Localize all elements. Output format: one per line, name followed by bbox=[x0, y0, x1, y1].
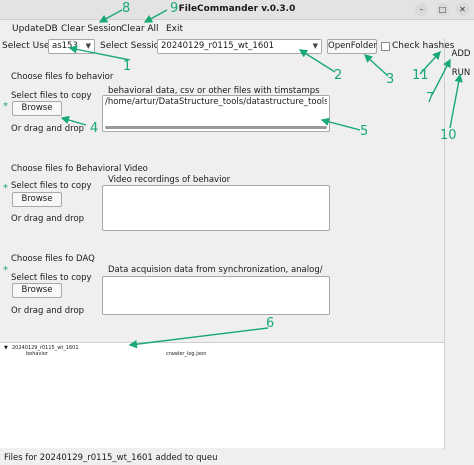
run-button[interactable]: RUN bbox=[449, 67, 473, 82]
arrow-3 bbox=[363, 54, 389, 77]
status-bar: Files for 20240129_r0115_wt_1601 added t… bbox=[0, 451, 474, 465]
session-toolbar: Select User as153 ▼ Select Session 20240… bbox=[0, 38, 474, 56]
section-title: Choose files fo behavior bbox=[11, 72, 114, 82]
open-folder-button[interactable]: OpenFolder bbox=[327, 39, 377, 54]
required-marker: * bbox=[3, 183, 8, 194]
side-panel: ADD RUN bbox=[444, 38, 474, 450]
menu-exit[interactable]: Exit bbox=[166, 24, 183, 34]
annotation-7: 7 bbox=[426, 91, 435, 106]
select-files-label: Select files to copy bbox=[11, 273, 92, 283]
browse-button[interactable]: Browse bbox=[12, 283, 62, 298]
queue-tree[interactable]: ▼ 20240129_r0115_wt_1601 behavior crawle… bbox=[0, 342, 444, 448]
menu-clear-session[interactable]: Clear Session bbox=[61, 24, 122, 34]
select-files-label: Select files to copy bbox=[11, 181, 92, 191]
status-message: Files for 20240129_r0115_wt_1601 added t… bbox=[4, 453, 218, 463]
file-drop-area[interactable] bbox=[102, 185, 330, 231]
annotation-10: 10 bbox=[440, 128, 457, 143]
section-title: Choose files fo DAQ bbox=[11, 254, 95, 264]
close-button[interactable]: ✕ bbox=[456, 3, 469, 16]
select-files-label: Select files to copy bbox=[11, 91, 92, 101]
annotation-2: 2 bbox=[334, 68, 343, 83]
window-title: FileCommander v.0.3.0 bbox=[178, 4, 296, 14]
drag-drop-label: Or drag and drop bbox=[11, 214, 85, 224]
session-value: 20240129_r0115_wt_1601 bbox=[161, 41, 275, 51]
minimize-button[interactable]: – bbox=[415, 3, 428, 16]
file-drop-area[interactable]: /home/artur/DataStructure_tools/datastru… bbox=[102, 95, 330, 132]
annotation-4: 4 bbox=[90, 121, 99, 136]
annotation-6: 6 bbox=[266, 316, 275, 331]
user-value: as153 bbox=[52, 41, 78, 51]
minimize-icon: – bbox=[419, 5, 424, 14]
annotation-3: 3 bbox=[386, 72, 395, 87]
annotation-5: 5 bbox=[360, 124, 369, 139]
file-drop-area[interactable] bbox=[102, 276, 330, 315]
maximize-button[interactable]: □ bbox=[436, 3, 449, 16]
drag-drop-label: Or drag and drop bbox=[11, 124, 85, 134]
tree-file-item[interactable]: crawler_log.json bbox=[166, 351, 206, 357]
browse-button[interactable]: Browse bbox=[12, 101, 62, 116]
session-combo[interactable]: 20240129_r0115_wt_1601 ▼ bbox=[157, 39, 322, 54]
required-marker: * bbox=[3, 265, 8, 276]
annotation-9: 9 bbox=[170, 1, 179, 16]
expand-arrow-icon[interactable]: ▼ bbox=[4, 345, 8, 351]
close-icon: ✕ bbox=[459, 5, 466, 14]
menu-clear-all[interactable]: Clear All bbox=[121, 24, 159, 34]
section-description: Data acquision data from synchronization… bbox=[108, 265, 323, 275]
section-description: Video recordings of behavior bbox=[108, 175, 231, 185]
required-marker: * bbox=[3, 101, 8, 112]
annotation-8: 8 bbox=[122, 1, 131, 16]
annotation-11: 11 bbox=[412, 68, 429, 83]
section-title: Choose files fo Behavioral Video bbox=[11, 164, 148, 174]
chevron-down-icon: ▼ bbox=[85, 42, 91, 50]
check-hashes-checkbox[interactable] bbox=[381, 42, 390, 51]
horizontal-scrollbar[interactable] bbox=[105, 126, 327, 129]
add-button[interactable]: ADD bbox=[449, 48, 473, 63]
maximize-icon: □ bbox=[438, 5, 447, 14]
title-bar: FileCommander v.0.3.0 – □ ✕ bbox=[0, 0, 474, 20]
browse-button[interactable]: Browse bbox=[12, 192, 62, 207]
drag-drop-label: Or drag and drop bbox=[11, 306, 85, 316]
user-combo[interactable]: as153 ▼ bbox=[48, 39, 95, 54]
select-user-label: Select User bbox=[2, 41, 54, 51]
chevron-down-icon: ▼ bbox=[312, 42, 318, 50]
menu-bar: UpdateDB Clear Session Clear All Exit bbox=[0, 21, 474, 38]
annotation-1: 1 bbox=[123, 59, 132, 74]
select-session-label: Select Session bbox=[100, 41, 165, 51]
menu-update-db[interactable]: UpdateDB bbox=[12, 24, 58, 34]
file-path: /home/artur/DataStructure_tools/datastru… bbox=[105, 97, 327, 107]
tree-child-item[interactable]: behavior bbox=[26, 351, 48, 357]
